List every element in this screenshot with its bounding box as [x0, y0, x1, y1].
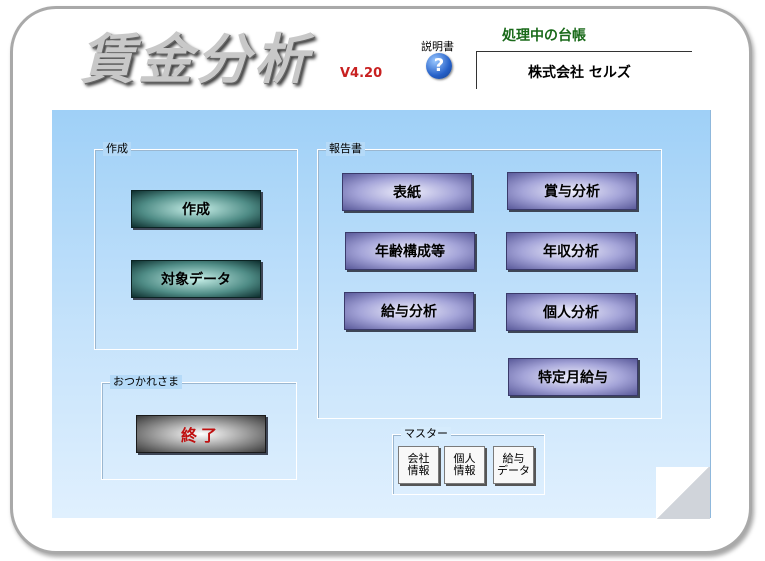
- create-button[interactable]: 作成: [131, 190, 261, 228]
- exit-group-label: おつかれさま: [110, 375, 182, 389]
- exit-button[interactable]: 終了: [136, 415, 266, 453]
- question-mark-icon[interactable]: ?: [426, 53, 452, 79]
- ledger-divider-vertical: [476, 51, 477, 89]
- specific-month-salary-button[interactable]: 特定月給与: [508, 358, 638, 396]
- report-group-label: 報告書: [326, 142, 365, 156]
- target-data-button[interactable]: 対象データ: [131, 260, 261, 298]
- individual-analysis-button[interactable]: 個人分析: [506, 293, 636, 331]
- current-company-name: 株式会社 セルズ: [528, 65, 631, 81]
- version-label: V4.20: [340, 66, 383, 81]
- ledger-divider: [476, 51, 692, 52]
- app-title: 賃金分析: [80, 27, 312, 91]
- help-label: 説明書: [421, 40, 454, 53]
- master-group-label: マスター: [401, 427, 451, 441]
- create-group-label: 作成: [103, 142, 131, 156]
- company-info-button[interactable]: 会社 情報: [398, 446, 439, 484]
- age-composition-button[interactable]: 年齢構成等: [345, 232, 475, 270]
- page-curl-decoration: [656, 467, 710, 519]
- ledger-label: 処理中の台帳: [502, 28, 586, 44]
- annual-income-analysis-button[interactable]: 年収分析: [506, 232, 636, 270]
- create-group: 作成: [94, 142, 298, 350]
- cover-button[interactable]: 表紙: [342, 173, 472, 211]
- personal-info-button[interactable]: 個人 情報: [444, 446, 485, 484]
- bonus-analysis-button[interactable]: 賞与分析: [507, 172, 637, 210]
- salary-data-button[interactable]: 給与 データ: [493, 446, 534, 484]
- salary-analysis-button[interactable]: 給与分析: [344, 292, 474, 330]
